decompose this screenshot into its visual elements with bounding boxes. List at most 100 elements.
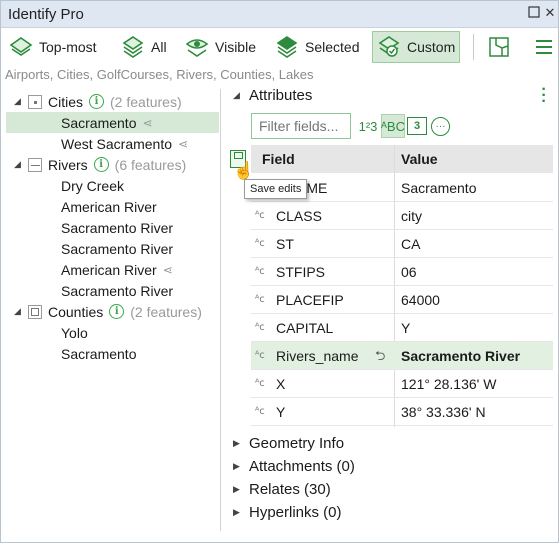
- related-icon[interactable]: ⋖: [163, 263, 173, 277]
- expand-triangle-icon[interactable]: ▶: [233, 438, 243, 449]
- section-relates[interactable]: ▶ Relates (30): [233, 481, 331, 498]
- tree-item-label: Sacramento: [61, 345, 137, 362]
- table-row[interactable]: ᴬc CLASS city: [251, 202, 553, 230]
- tree-item-dry-creek[interactable]: Dry Creek: [61, 175, 124, 196]
- close-icon[interactable]: ✕: [543, 6, 557, 20]
- text-type-icon: ᴬc: [255, 406, 265, 417]
- section-attachments[interactable]: ▶ Attachments (0): [233, 458, 355, 475]
- section-label: Geometry Info: [249, 435, 345, 452]
- mouse-cursor-icon: ☝: [233, 161, 255, 180]
- filter-fields-input[interactable]: [251, 113, 351, 139]
- related-icon[interactable]: ⋖: [178, 137, 188, 151]
- field-name: X: [276, 376, 286, 392]
- field-name: ST: [276, 236, 294, 252]
- tree-group-label: Counties: [48, 303, 104, 320]
- restore-icon[interactable]: [527, 6, 541, 20]
- field-value[interactable]: 64000: [401, 292, 440, 308]
- tree-item-west-sacramento[interactable]: West Sacramento ⋖: [61, 133, 188, 154]
- table-row[interactable]: ᴬc CAPITAL Y: [251, 314, 553, 342]
- section-geometry-info[interactable]: ▶ Geometry Info: [233, 435, 344, 452]
- collapse-triangle-icon[interactable]: ◢: [233, 90, 243, 101]
- table-row[interactable]: ᴬc STFIPS 06: [251, 258, 553, 286]
- field-value[interactable]: Sacramento: [401, 180, 476, 196]
- relationship-icon[interactable]: ⮌: [375, 347, 385, 369]
- tree-item-american-river[interactable]: American River ⋖: [61, 259, 173, 280]
- tree-item-label: Sacramento: [61, 114, 137, 131]
- layers-visible-icon: [185, 39, 209, 57]
- expand-triangle-icon[interactable]: ▶: [233, 507, 243, 518]
- tree-item-american-river[interactable]: American River: [61, 196, 157, 217]
- expand-triangle-icon[interactable]: ◢: [14, 96, 24, 107]
- all-button[interactable]: All: [117, 31, 171, 63]
- identify-pro-window: Identify Pro ✕ Top-most All Visible Sele…: [0, 0, 559, 543]
- more-options-icon[interactable]: · · ·: [539, 82, 549, 110]
- field-name: Y: [276, 404, 286, 420]
- field-column-header[interactable]: Field: [262, 151, 295, 167]
- field-value[interactable]: 06: [401, 264, 417, 280]
- text-type-icon: ᴬc: [255, 378, 265, 389]
- tree-item-label: Sacramento River: [61, 240, 174, 257]
- text-fields-icon[interactable]: ᴬBC: [381, 114, 405, 138]
- field-value[interactable]: 121° 28.136' W: [401, 376, 496, 392]
- menu-button[interactable]: [528, 31, 559, 63]
- tree-item-sacramento-river[interactable]: Sacramento River: [61, 280, 173, 301]
- tree-item-yolo[interactable]: Yolo: [61, 322, 88, 343]
- field-value[interactable]: Y: [401, 320, 410, 336]
- text-type-icon: ᴬc: [255, 322, 265, 333]
- selected-button[interactable]: Selected: [271, 31, 363, 63]
- tree-group-label: Cities: [48, 93, 84, 110]
- text-type-icon: ᴬc: [255, 238, 265, 249]
- line-layer-icon: [28, 157, 42, 172]
- table-row[interactable]: ᴬc X 121° 28.136' W: [251, 370, 553, 398]
- expand-triangle-icon[interactable]: ◢: [14, 159, 24, 170]
- point-layer-icon: [28, 94, 42, 109]
- tree-item-label: American River: [61, 198, 157, 215]
- tree-item-sacramento[interactable]: Sacramento ⋖: [61, 112, 153, 133]
- expand-triangle-icon[interactable]: ▶: [233, 484, 243, 495]
- expand-triangle-icon[interactable]: ◢: [14, 306, 24, 317]
- tree-item-label: Dry Creek: [61, 177, 125, 194]
- attributes-header[interactable]: ◢ Attributes: [233, 87, 312, 104]
- visible-button[interactable]: Visible: [181, 31, 260, 63]
- text-type-icon: ᴬc: [255, 266, 265, 277]
- tree-item-sacramento[interactable]: Sacramento: [61, 343, 136, 364]
- table-row[interactable]: ᴬc ST CA: [251, 230, 553, 258]
- field-value[interactable]: city: [401, 208, 422, 224]
- value-column-header[interactable]: Value: [401, 151, 438, 167]
- field-name: Rivers_name: [276, 348, 359, 364]
- section-label: Attachments (0): [249, 458, 355, 475]
- tree-item-sacramento-river[interactable]: Sacramento River: [61, 217, 173, 238]
- grid-header: Field Value: [251, 145, 553, 173]
- tree-group-counties[interactable]: ◢ Counties i (2 features): [14, 301, 202, 322]
- tree-item-label: Yolo: [61, 324, 88, 341]
- info-icon[interactable]: i: [109, 304, 125, 319]
- field-value[interactable]: Sacramento River: [401, 348, 520, 364]
- field-name: CLASS: [276, 208, 322, 224]
- more-fields-icon[interactable]: ···: [431, 117, 450, 136]
- tree-group-cities[interactable]: ◢ Cities i (2 features): [14, 91, 182, 112]
- tree-item-sacramento-river[interactable]: Sacramento River: [61, 238, 173, 259]
- tree-item-label: Sacramento River: [61, 219, 174, 236]
- tree-item-label: West Sacramento: [61, 135, 173, 152]
- table-row[interactable]: ᴬc Y 38° 33.336' N: [251, 398, 553, 426]
- info-icon[interactable]: i: [89, 94, 105, 109]
- info-icon[interactable]: i: [93, 157, 109, 172]
- map-extent-button[interactable]: [483, 31, 515, 63]
- feature-count: (2 features): [130, 303, 202, 320]
- expand-triangle-icon[interactable]: ▶: [233, 461, 243, 472]
- section-label: Hyperlinks (0): [249, 504, 342, 521]
- layers-top-icon: [9, 37, 33, 56]
- date-fields-icon[interactable]: 3: [407, 117, 427, 135]
- layers-custom-icon: [378, 36, 400, 57]
- top-most-button[interactable]: Top-most: [5, 31, 101, 63]
- related-icon[interactable]: ⋖: [142, 116, 152, 130]
- custom-button[interactable]: Custom: [372, 31, 461, 63]
- field-value[interactable]: CA: [401, 236, 420, 252]
- hamburger-menu-icon: [536, 40, 552, 54]
- numeric-fields-icon[interactable]: 1²3: [357, 114, 379, 138]
- table-row[interactable]: ᴬc PLACEFIP 64000: [251, 286, 553, 314]
- tree-group-rivers[interactable]: ◢ Rivers i (6 features): [14, 154, 186, 175]
- table-row[interactable]: ᴬc Rivers_name ⮌ Sacramento River: [251, 342, 553, 370]
- section-hyperlinks[interactable]: ▶ Hyperlinks (0): [233, 504, 342, 521]
- field-value[interactable]: 38° 33.336' N: [401, 404, 486, 420]
